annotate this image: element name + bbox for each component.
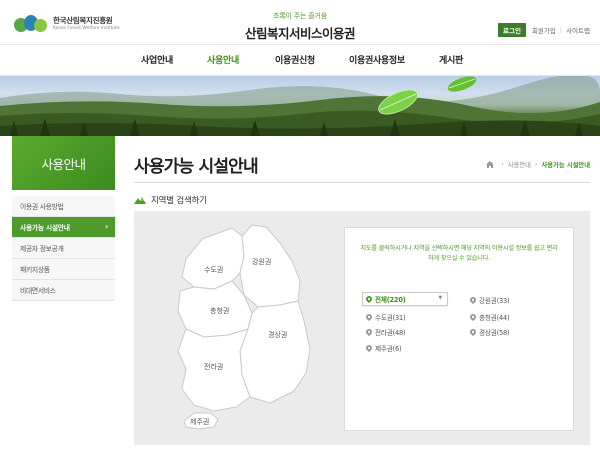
region-option-chungcheong[interactable]: 충청권(44) (470, 312, 510, 322)
site-header: 한국산림복지진흥원 Korea Forest Welfare Institute… (0, 0, 600, 44)
region-option-label: 강원권(33) (479, 297, 510, 305)
map-label-jeollagwon: 전라권 (204, 362, 223, 371)
utility-menu: 로그인 회원가입 | 사이트맵 (498, 23, 590, 37)
map-pin-icon (366, 344, 372, 352)
sidebar-item-label: 제공자 정보공개 (20, 245, 64, 253)
divider: | (559, 26, 563, 34)
main-navigation: 사업안내 사용안내 이용권신청 이용권사용정보 게시판 (0, 44, 600, 76)
region-option-label: 제주권(6) (375, 345, 402, 353)
map-pin-icon (470, 296, 476, 304)
map-pin-icon (366, 313, 372, 321)
map-pin-icon (470, 313, 476, 321)
nav-voucher-usage-info[interactable]: 이용권사용정보 (349, 53, 405, 66)
page-title: 사용가능 시설안내 (134, 157, 259, 177)
sidebar-item-contactless-service[interactable]: 비대면서비스 (12, 280, 115, 301)
region-option-jeju[interactable]: 제주권(6) (366, 343, 402, 353)
nav-usage-guide[interactable]: 사용안내 (207, 53, 239, 66)
site-tagline: 초록이 주는 즐거움 (273, 12, 327, 20)
map-pin-icon (366, 328, 372, 336)
sidebar-item-how-to-use[interactable]: 이용권 사용방법 (12, 196, 115, 217)
map-label-chungcheonggwon: 충청권 (210, 306, 229, 315)
breadcrumb-item[interactable]: 사용안내 (508, 160, 531, 169)
region-option-gangwon[interactable]: 강원권(33) (470, 295, 510, 305)
map-label-gangwongwon: 강원권 (252, 257, 271, 266)
region-option-label: 전체(220) (375, 296, 406, 304)
map-label-jejugwon: 제주권 (190, 418, 209, 426)
korea-region-map: 수도권 강원권 충청권 경상권 전라권 제주권 (177, 224, 311, 430)
sitemap-link[interactable]: 사이트맵 (566, 25, 590, 35)
map-region-gangwongwon[interactable] (239, 224, 301, 308)
chevron-down-icon: ▼ (438, 295, 442, 301)
sidebar-title: 사용안내 (12, 136, 115, 190)
region-option-label: 경상권(58) (479, 329, 510, 337)
signup-link[interactable]: 회원가입 (532, 25, 556, 35)
region-option-jeolla[interactable]: 전라권(48) (366, 327, 406, 337)
map-pin-icon (366, 295, 372, 303)
map-label-gyeongsanggwon: 경상권 (268, 330, 287, 339)
nav-business-info[interactable]: 사업안내 (141, 53, 173, 66)
finder-instruction: 지도를 클릭하시거나 지역을 선택하시면 해당 지역의 이용시설 정보를 쉽고 … (360, 245, 558, 262)
chevron-right-icon: › (105, 222, 108, 231)
region-option-sudo[interactable]: 수도권(31) (366, 312, 406, 322)
sidebar-item-provider-info[interactable]: 제공자 정보공개 (12, 238, 115, 259)
region-option-label: 전라권(48) (375, 329, 406, 337)
region-search-panel: 수도권 강원권 충청권 경상권 전라권 제주권 지도를 클릭하시거나 지역을 선… (134, 211, 590, 445)
map-region-sudogwon[interactable] (181, 227, 245, 290)
chevron-right-icon: › (534, 161, 538, 168)
home-icon[interactable] (486, 161, 495, 168)
region-option-gyeongsang[interactable]: 경상권(58) (470, 327, 510, 337)
sidebar-item-label: 패키지상품 (20, 266, 50, 274)
region-option-all[interactable]: 전체(220) ▼ (362, 292, 448, 306)
sidebar-item-label: 비대면서비스 (20, 287, 56, 295)
sidebar-menu: 이용권 사용방법 사용가능 시설안내 › 제공자 정보공개 패키지상품 비대면서… (12, 196, 115, 301)
login-button[interactable]: 로그인 (498, 23, 526, 37)
breadcrumb-current: 사용가능 시설안내 (541, 162, 590, 169)
nav-voucher-apply[interactable]: 이용권신청 (275, 53, 315, 66)
sidebar-item-available-facilities[interactable]: 사용가능 시설안내 › (12, 217, 115, 238)
region-finder-box: 지도를 클릭하시거나 지역을 선택하시면 해당 지역의 이용시설 정보를 쉽고 … (344, 227, 574, 431)
section-heading: 지역별 검색하기 (134, 194, 207, 206)
nav-board[interactable]: 게시판 (439, 53, 463, 66)
sidebar-item-label: 사용가능 시설안내 (20, 224, 70, 232)
chevron-right-icon: › (501, 161, 504, 168)
sidebar-item-package-products[interactable]: 패키지상품 (12, 259, 115, 280)
mountain-icon (134, 196, 146, 204)
region-option-label: 수도권(31) (375, 314, 406, 322)
section-title-text: 지역별 검색하기 (151, 196, 207, 206)
sidebar-item-label: 이용권 사용방법 (20, 203, 64, 211)
map-pin-icon (470, 328, 476, 336)
region-option-label: 충청권(44) (479, 314, 510, 322)
divider (134, 182, 590, 183)
forest-banner-image (0, 76, 600, 136)
map-label-sudogwon: 수도권 (204, 266, 223, 274)
breadcrumb: › 사용안내 › 사용가능 시설안내 (486, 160, 590, 169)
